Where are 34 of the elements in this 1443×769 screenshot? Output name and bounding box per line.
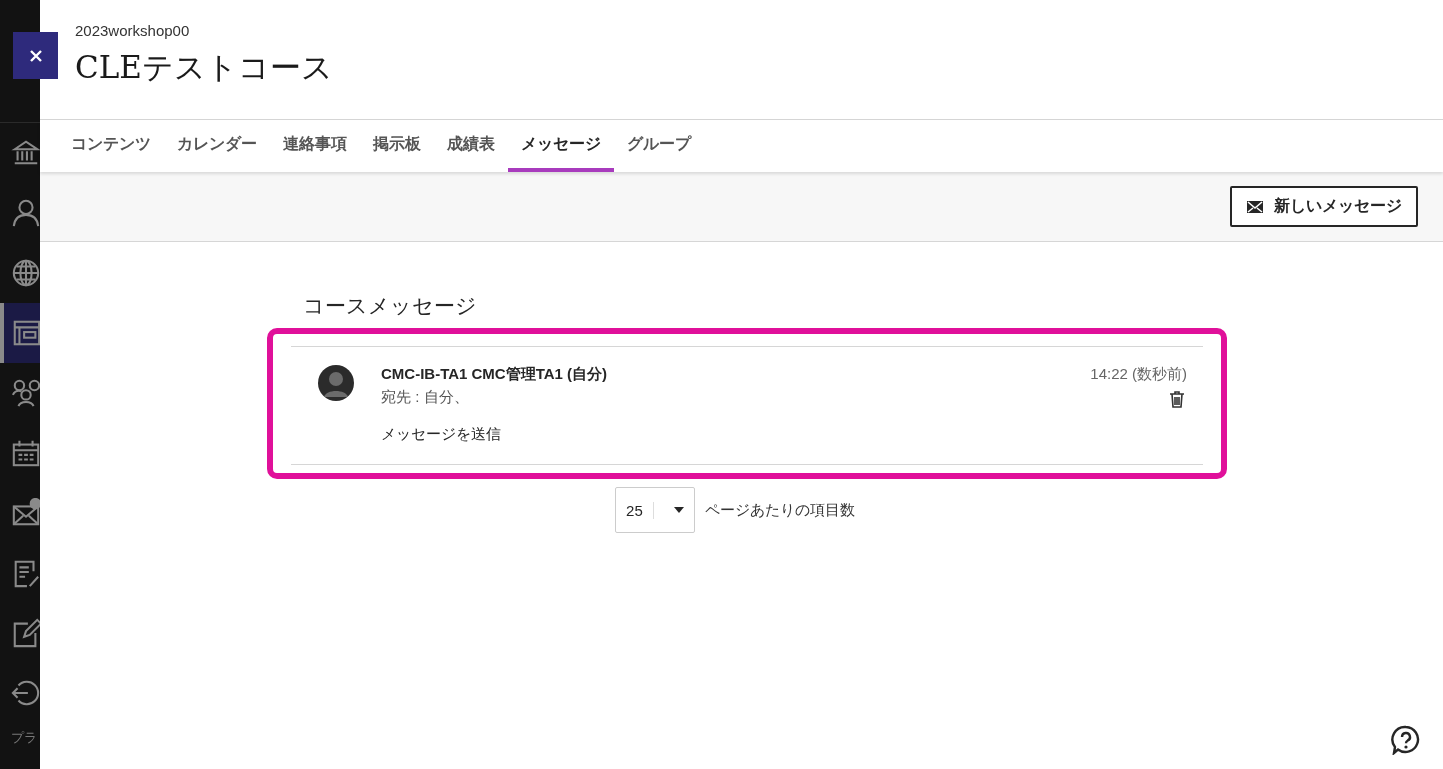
course-code: 2023workshop00 <box>75 22 191 39</box>
page-size-select[interactable]: 25 <box>615 487 695 533</box>
section-title: コースメッセージ <box>303 293 478 319</box>
tools-icon <box>11 618 40 648</box>
recipients: 宛先 : 自分、 <box>381 388 470 407</box>
close-icon <box>27 47 44 64</box>
page-size-label: ページあたりの項目数 <box>705 500 855 520</box>
profile-icon <box>11 198 40 228</box>
tab[interactable]: 連絡事項 <box>270 120 360 172</box>
globe-icon <box>11 258 40 288</box>
new-message-button[interactable]: 新しいメッセージ <box>1230 186 1418 227</box>
courses-icon <box>11 318 40 348</box>
envelope-icon <box>1246 199 1264 214</box>
close-button[interactable] <box>13 32 58 79</box>
help-icon[interactable] <box>1391 725 1421 755</box>
sidebar-item[interactable] <box>0 303 40 363</box>
sidebar-label: プラ <box>10 729 38 747</box>
sender-name: CMC-IB-TA1 CMC管理TA1 (自分) <box>381 365 609 384</box>
message-item[interactable]: CMC-IB-TA1 CMC管理TA1 (自分) 宛先 : 自分、 メッセージを送信 14:22 (数秒前) <box>291 346 1203 465</box>
calendar-icon <box>11 438 40 468</box>
groups-icon <box>11 378 40 408</box>
trash-icon[interactable] <box>1169 390 1185 408</box>
avatar-icon <box>318 365 354 401</box>
message-time: 14:22 (数秒前) <box>1090 365 1187 384</box>
mail-icon <box>11 498 40 528</box>
caret-icon <box>673 507 684 513</box>
message-body: メッセージを送信 <box>381 425 502 444</box>
tab[interactable]: 掲示板 <box>360 120 434 172</box>
tab[interactable]: カレンダー <box>164 120 270 172</box>
tab[interactable]: 成績表 <box>434 120 508 172</box>
course-title: CLEテストコース <box>75 48 333 87</box>
tab[interactable]: コンテンツ <box>58 120 164 172</box>
tab[interactable]: グループ <box>614 120 704 172</box>
signout-icon <box>11 678 40 708</box>
